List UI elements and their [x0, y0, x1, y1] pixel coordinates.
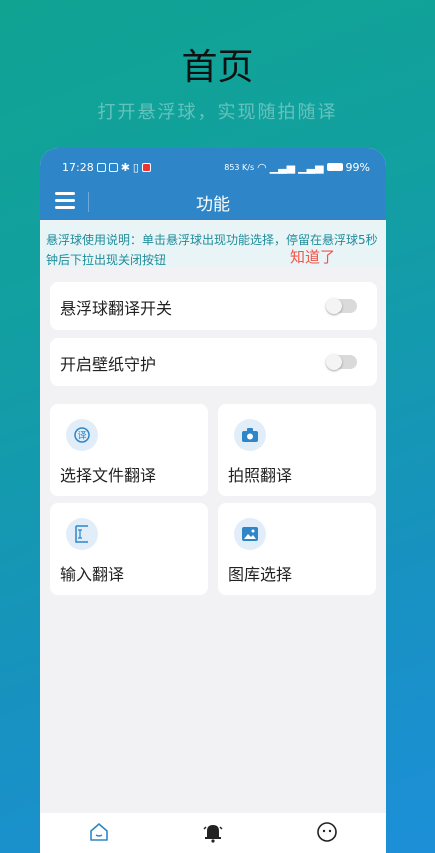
signal-icon: ▁▃▅ — [298, 160, 324, 174]
float-ball-switch-row[interactable]: 悬浮球翻译开关 — [50, 282, 377, 330]
status-bar: 17:28 ✱ ▯ 853 K/s ◠ ▁▃▅ ▁▃▅ 99% — [62, 158, 370, 176]
notification-icon — [96, 162, 106, 172]
tile-label: 输入翻译 — [60, 565, 125, 584]
vibrate-icon: ▯ — [132, 160, 139, 174]
app-bar-title: 功能 — [196, 195, 230, 215]
wifi-icon: ◠ — [257, 160, 267, 174]
wallpaper-guard-toggle[interactable] — [326, 354, 357, 370]
notification-icon — [108, 162, 118, 172]
signal-icon: ▁▃▅ — [269, 160, 296, 174]
bell-icon[interactable] — [202, 821, 224, 843]
page-subtitle: 打开悬浮球，实现随拍随译 — [97, 102, 338, 123]
bluetooth-icon: ✱ — [120, 160, 130, 174]
net-speed: 853 K/s — [224, 162, 255, 172]
gallery-select-tile[interactable]: 图库选择 — [218, 503, 376, 595]
float-ball-toggle[interactable] — [326, 298, 357, 314]
top-bar: 17:28 ✱ ▯ 853 K/s ◠ ▁▃▅ ▁▃▅ 99% 功能 — [40, 148, 386, 220]
dismiss-button[interactable]: 知道了 — [290, 246, 335, 267]
tile-label: 图库选择 — [228, 565, 293, 584]
camera-icon — [234, 419, 266, 451]
photo-translate-tile[interactable]: 拍照翻译 — [218, 404, 376, 496]
gallery-icon — [234, 518, 266, 550]
tile-label: 选择文件翻译 — [60, 466, 157, 485]
bottom-nav — [40, 813, 386, 853]
battery-level: 99% — [345, 160, 370, 174]
input-translate-tile[interactable]: 输入翻译 — [50, 503, 208, 595]
page-title: 首页 — [181, 47, 254, 88]
text-input-icon — [66, 518, 98, 550]
file-translate-tile[interactable]: 译 选择文件翻译 — [50, 404, 208, 496]
status-time: 17:28 — [62, 160, 94, 174]
row-label: 开启壁纸守护 — [60, 355, 157, 374]
tile-label: 拍照翻译 — [228, 466, 293, 485]
battery-icon — [326, 163, 343, 171]
wallpaper-guard-row[interactable]: 开启壁纸守护 — [50, 338, 377, 386]
app-notification-icon — [141, 162, 151, 172]
home-icon[interactable] — [88, 821, 110, 843]
phone-screen: 17:28 ✱ ▯ 853 K/s ◠ ▁▃▅ ▁▃▅ 99% 功能 悬浮球使用… — [40, 148, 386, 853]
translate-icon: 译 — [66, 419, 98, 451]
svg-text:译: 译 — [77, 431, 86, 442]
row-label: 悬浮球翻译开关 — [60, 299, 173, 318]
face-icon[interactable] — [316, 821, 338, 843]
